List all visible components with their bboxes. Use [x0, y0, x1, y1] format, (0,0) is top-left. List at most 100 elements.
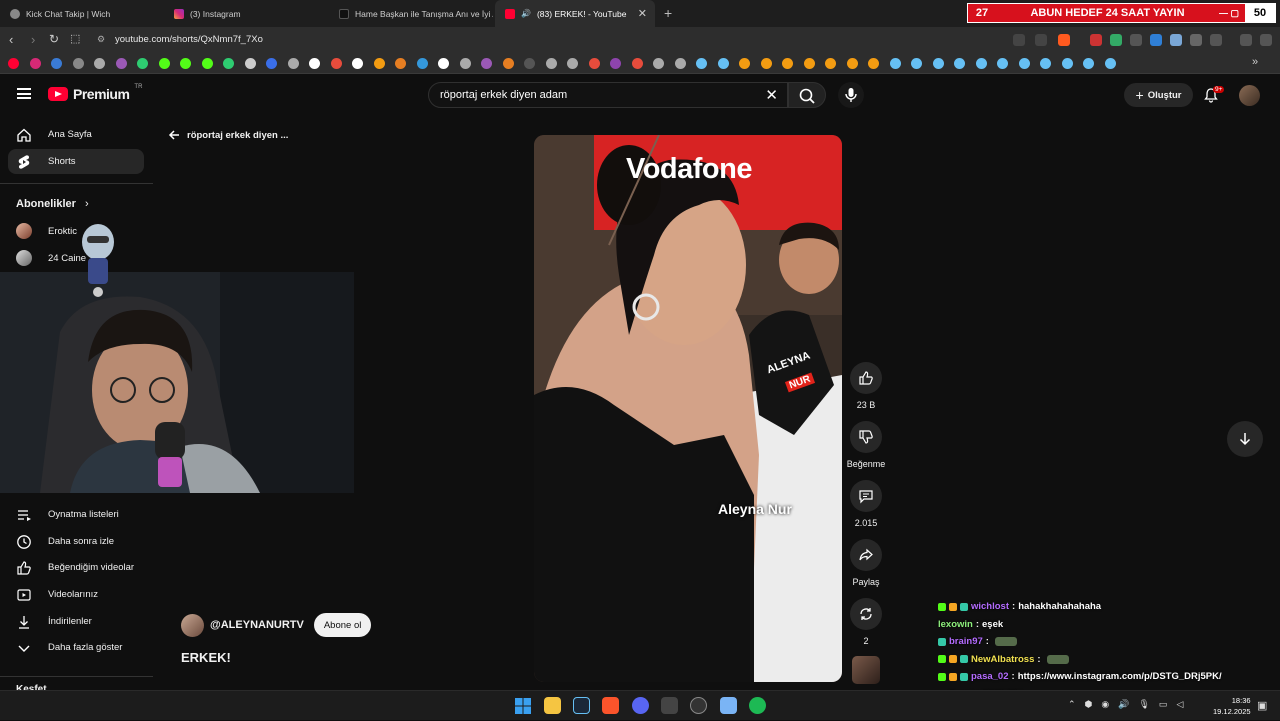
bookmark-favicon-icon[interactable] — [8, 58, 19, 69]
puzzle-icon[interactable] — [1190, 34, 1202, 46]
hamburger-menu-icon[interactable] — [17, 88, 31, 99]
bookmark-favicon-icon[interactable] — [760, 58, 772, 69]
bookmark-favicon-icon[interactable] — [1061, 58, 1073, 69]
share-action[interactable]: Paylaş — [849, 539, 883, 587]
bookmark-favicon-icon[interactable] — [846, 58, 858, 69]
bookmark-favicon-icon[interactable] — [739, 58, 750, 69]
bookmark-favicon-icon[interactable] — [975, 58, 987, 69]
search-box[interactable]: röportaj erkek diyen adam ✕ — [428, 82, 788, 108]
app-icon[interactable] — [661, 697, 678, 714]
bookmark-favicon-icon[interactable] — [201, 58, 213, 69]
bookmark-favicon-icon[interactable] — [674, 58, 686, 69]
channel-avatar[interactable] — [181, 613, 204, 637]
channel-handle[interactable]: @ALEYNANURTV — [210, 619, 304, 631]
bookmark-favicon-icon[interactable] — [889, 58, 901, 69]
subscribe-button[interactable]: Abone ol — [313, 613, 372, 637]
bookmark-favicon-icon[interactable] — [180, 58, 191, 69]
reload-icon[interactable]: ↻ — [49, 32, 59, 46]
sound-thumbnail[interactable] — [852, 656, 880, 684]
notification-center-icon[interactable]: ▣ — [1257, 699, 1267, 712]
dislike-action[interactable]: Beğenme — [847, 421, 885, 469]
menu-icon[interactable] — [1260, 34, 1272, 46]
account-avatar[interactable] — [1239, 85, 1260, 106]
remix-button[interactable] — [850, 598, 882, 630]
bookmark-favicon-icon[interactable] — [610, 58, 621, 69]
remix-action[interactable]: 2 — [849, 598, 883, 646]
bookmark-favicon-icon[interactable] — [567, 58, 578, 69]
subscription-item[interactable]: Eroktic — [16, 223, 77, 239]
search-input[interactable]: röportaj erkek diyen adam — [440, 89, 567, 101]
bookmark-favicon-icon[interactable] — [524, 58, 535, 69]
speaker-icon[interactable]: 🔊 — [1118, 699, 1129, 710]
like-button[interactable] — [850, 362, 882, 394]
discord-icon[interactable] — [632, 697, 649, 714]
bookmark-favicon-icon[interactable] — [653, 58, 664, 69]
sidebar-item-show-more[interactable]: Daha fazla göster — [8, 635, 144, 660]
site-info-icon[interactable]: ⚙ — [97, 34, 105, 45]
bookmark-favicon-icon[interactable] — [309, 58, 320, 69]
comments-action[interactable]: 2.015 — [849, 480, 883, 528]
bookmark-favicon-icon[interactable] — [158, 58, 170, 69]
sidebar-item-playlists[interactable]: Oynatma listeleri — [8, 502, 144, 527]
forward-icon[interactable]: › — [31, 32, 35, 47]
bookmark-favicon-icon[interactable] — [825, 58, 836, 69]
bookmark-favicon-icon[interactable] — [373, 58, 385, 69]
bookmark-favicon-icon[interactable] — [782, 58, 793, 69]
network-icon[interactable]: ▭ — [1159, 699, 1168, 710]
bookmark-favicon-icon[interactable] — [911, 58, 922, 69]
extension-icon[interactable] — [1090, 34, 1102, 46]
tab-kick-chat[interactable]: Kick Chat Takip | Wich — [0, 0, 168, 27]
bookmark-favicon-icon[interactable] — [137, 58, 148, 69]
bookmark-icon[interactable]: ⬚ — [70, 32, 80, 45]
more-bookmarks-icon[interactable]: » — [1252, 56, 1258, 68]
extension-icon[interactable] — [1150, 34, 1162, 46]
youtube-premium-logo[interactable]: Premium TR — [48, 84, 142, 102]
app-icon[interactable] — [720, 697, 737, 714]
sidebar-item-your-videos[interactable]: Videolarınız — [8, 582, 144, 607]
bookmark-favicon-icon[interactable] — [717, 58, 729, 69]
bookmark-favicon-icon[interactable] — [502, 58, 514, 69]
bookmark-favicon-icon[interactable] — [266, 58, 277, 69]
bookmark-favicon-icon[interactable] — [545, 58, 557, 69]
file-explorer-icon[interactable] — [544, 697, 561, 714]
system-clock[interactable]: 18:36 19.12.2025 — [1213, 695, 1251, 717]
bookmark-favicon-icon[interactable] — [72, 58, 84, 69]
bookmark-favicon-icon[interactable] — [1018, 58, 1030, 69]
windows-start-icon[interactable] — [515, 698, 531, 714]
brave-shield-icon[interactable] — [1058, 34, 1070, 46]
bookmark-favicon-icon[interactable] — [954, 58, 965, 69]
bookmark-favicon-icon[interactable] — [115, 58, 127, 69]
bookmark-favicon-icon[interactable] — [868, 58, 879, 69]
sidebar-item-shorts[interactable]: Shorts — [8, 149, 144, 174]
spotify-icon[interactable] — [749, 697, 766, 714]
bookmark-favicon-icon[interactable] — [438, 58, 449, 69]
music-icon[interactable] — [1240, 34, 1252, 46]
chevron-up-icon[interactable]: ⌃ — [1068, 699, 1076, 710]
microphone-icon[interactable]: 🎙 — [1138, 699, 1149, 710]
new-tab-button[interactable]: + — [664, 5, 672, 21]
back-to-search-button[interactable]: röportaj erkek diyen ... — [168, 129, 288, 141]
extension-icon[interactable] — [1130, 34, 1142, 46]
bookmark-favicon-icon[interactable] — [696, 58, 707, 69]
bookmark-favicon-icon[interactable] — [588, 58, 600, 69]
bookmark-favicon-icon[interactable] — [51, 58, 62, 69]
bookmark-favicon-icon[interactable] — [1040, 58, 1051, 69]
obs-icon[interactable] — [690, 697, 707, 714]
bookmark-favicon-icon[interactable] — [330, 58, 342, 69]
bookmark-favicon-icon[interactable] — [395, 58, 406, 69]
next-short-button[interactable] — [1227, 421, 1263, 457]
bookmark-favicon-icon[interactable] — [29, 58, 41, 69]
dislike-button[interactable] — [850, 421, 882, 453]
volume-icon[interactable]: ◁ — [1176, 699, 1183, 710]
bookmark-favicon-icon[interactable] — [631, 58, 643, 69]
bookmark-favicon-icon[interactable] — [803, 58, 815, 69]
back-icon[interactable]: ‹ — [9, 32, 13, 47]
steam-tray-icon[interactable]: ◉ — [1101, 699, 1109, 710]
clear-search-icon[interactable]: ✕ — [765, 86, 778, 104]
window-controls-icon[interactable]: — ▢ — [1219, 8, 1239, 19]
create-button[interactable]: + Oluştur — [1124, 83, 1193, 107]
like-action[interactable]: 23 B — [849, 362, 883, 410]
bookmark-favicon-icon[interactable] — [481, 58, 492, 69]
sidebar-icon[interactable] — [1210, 34, 1222, 46]
subscriptions-header[interactable]: Abonelikler › — [16, 198, 89, 210]
